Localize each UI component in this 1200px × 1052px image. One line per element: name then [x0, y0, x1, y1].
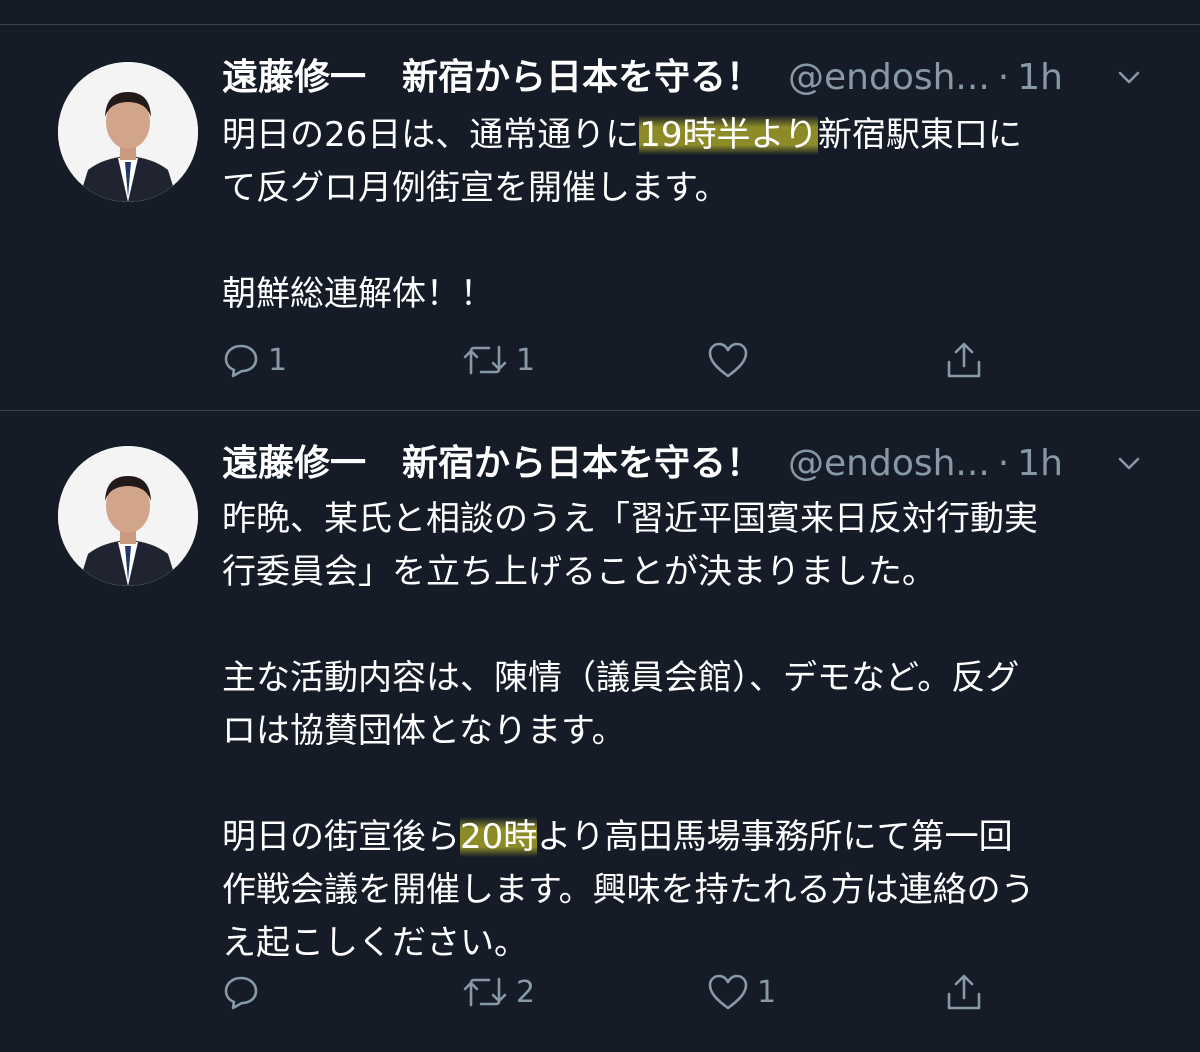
text-line: 行委員会」を立ち上げることが決まりました。	[222, 552, 936, 592]
text-line: ロは協賛団体となります。	[222, 711, 626, 751]
reply-button[interactable]	[222, 967, 268, 1017]
retweet-button[interactable]: 1	[462, 335, 535, 385]
text-line: 主な活動内容は、陳情（議員会館）、デモなど。反グ	[222, 658, 1020, 698]
reply-icon	[224, 976, 258, 1010]
tweet-actions: 2 1	[222, 967, 1002, 1017]
retweet-icon	[463, 345, 507, 375]
tweet[interactable]: 遠藤修一 新宿から日本を守る！ @endosh... · 1h 昨晩、某氏と相談…	[0, 411, 1200, 1052]
tweet-header: 遠藤修一 新宿から日本を守る！ @endosh... · 1h	[222, 439, 1063, 489]
text-segment: 明日の26日は、通常通りに	[222, 115, 640, 155]
user-handle[interactable]: @endosh...	[788, 439, 990, 489]
avatar[interactable]	[58, 62, 198, 202]
text-line: 作戦会議を開催します。興味を持たれる方は連絡のう	[222, 870, 1035, 910]
retweet-button[interactable]: 2	[462, 967, 535, 1017]
user-handle[interactable]: @endosh...	[788, 53, 990, 103]
avatar[interactable]	[58, 446, 198, 586]
tweet-header: 遠藤修一 新宿から日本を守る！ @endosh... · 1h	[222, 53, 1063, 103]
tweet-actions: 1 1	[222, 335, 1002, 385]
avatar-photo	[58, 62, 198, 202]
text-segment: 明日の街宣後ら	[222, 817, 460, 857]
timestamp[interactable]: 1h	[1017, 439, 1063, 489]
retweet-icon	[463, 977, 507, 1007]
display-name[interactable]: 遠藤修一 新宿から日本を守る！	[222, 53, 762, 103]
display-name[interactable]: 遠藤修一 新宿から日本を守る！	[222, 439, 762, 489]
share-button[interactable]	[944, 967, 984, 1017]
timestamp[interactable]: 1h	[1017, 53, 1063, 103]
paragraph: 明日の街宣後ら20時より高田馬場事務所にて第一回 作戦会議を開催します。興味を持…	[222, 811, 1142, 970]
share-icon	[947, 342, 981, 378]
text-segment: より高田馬場事務所にて第一回	[537, 817, 1013, 857]
highlighted-text: 19時半より	[639, 115, 818, 155]
paragraph: 昨晩、某氏と相談のうえ「習近平国賓来日反対行動実 行委員会」を立ち上げることが決…	[222, 493, 1142, 599]
share-button[interactable]	[944, 335, 984, 385]
like-count: 1	[757, 974, 777, 1010]
text-line: て反グロ月例街宣を開催します。	[222, 168, 729, 208]
separator-dot: ·	[997, 57, 1010, 98]
retweet-count: 2	[516, 974, 536, 1010]
text-line: え起こしください。	[222, 923, 528, 963]
text-line: 明日の街宣後ら20時より高田馬場事務所にて第一回	[222, 811, 1142, 864]
text-line: 朝鮮総連解体！！	[222, 274, 494, 314]
text-line: 明日の26日は、通常通りに19時半より新宿駅東口に	[222, 109, 1142, 162]
highlighted-text: 20時	[460, 817, 538, 857]
share-icon	[947, 974, 981, 1010]
tweet-text: 明日の26日は、通常通りに19時半より新宿駅東口に て反グロ月例街宣を開催します…	[222, 109, 1142, 321]
separator-dot: ·	[997, 443, 1010, 484]
avatar-photo	[58, 446, 198, 586]
heart-icon	[708, 342, 748, 378]
tweet[interactable]: 遠藤修一 新宿から日本を守る！ @endosh... · 1h 明日の26日は、…	[0, 25, 1200, 410]
text-segment: 新宿駅東口に	[817, 115, 1022, 155]
reply-button[interactable]: 1	[222, 335, 287, 385]
paragraph: 主な活動内容は、陳情（議員会館）、デモなど。反グ ロは協賛団体となります。	[222, 652, 1142, 758]
paragraph: 朝鮮総連解体！！	[222, 268, 1142, 321]
paragraph: 明日の26日は、通常通りに19時半より新宿駅東口に て反グロ月例街宣を開催します…	[222, 109, 1142, 215]
retweet-count: 1	[516, 342, 536, 378]
tweet-text: 昨晩、某氏と相談のうえ「習近平国賓来日反対行動実 行委員会」を立ち上げることが決…	[222, 493, 1142, 970]
like-button[interactable]: 1	[707, 967, 776, 1017]
reply-icon	[224, 344, 258, 378]
heart-icon	[708, 974, 748, 1010]
reply-count: 1	[268, 342, 288, 378]
chevron-down-icon[interactable]	[1114, 449, 1144, 479]
chevron-down-icon[interactable]	[1114, 63, 1144, 93]
like-button[interactable]	[707, 335, 757, 385]
text-line: 昨晩、某氏と相談のうえ「習近平国賓来日反対行動実	[222, 499, 1038, 539]
